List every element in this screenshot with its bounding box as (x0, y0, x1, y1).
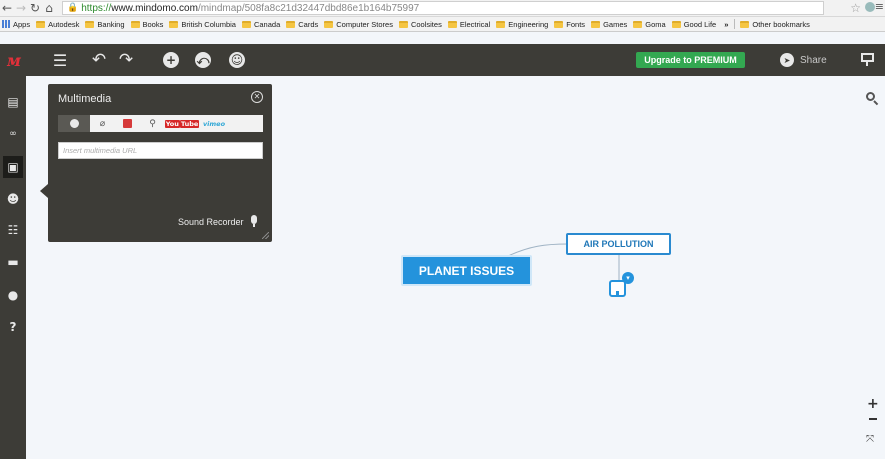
app-window: ← → ↻ ⌂ 🔒 https://www.mindomo.com/mindma… (0, 0, 885, 459)
central-topic-node[interactable]: PLANET ISSUES (401, 255, 532, 286)
connector-line (507, 243, 620, 280)
expand-chevron-icon[interactable]: ▾ (622, 272, 634, 284)
subtopic-node[interactable]: AIR POLLUTION (566, 233, 671, 255)
